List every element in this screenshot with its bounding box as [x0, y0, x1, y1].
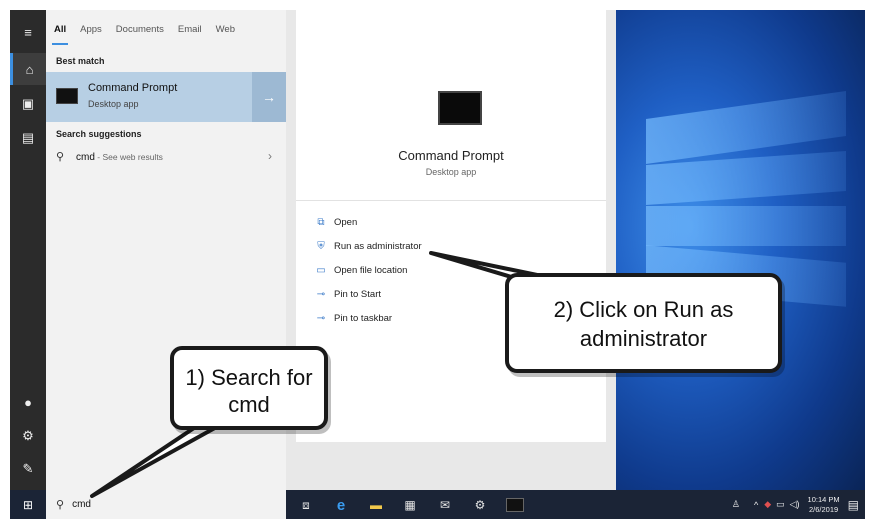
feedback-icon[interactable]: ✎	[10, 453, 46, 485]
pin-icon: ⊸	[316, 289, 326, 300]
web-suggestion-item[interactable]: ⚲ cmd - See web results ›	[46, 146, 286, 170]
clock[interactable]: 10:14 PM 2/6/2019	[808, 495, 840, 515]
app-detail-pane: Command Prompt Desktop app ⧉ Open ⛨ Run …	[286, 10, 616, 490]
detail-title: Command Prompt	[398, 148, 504, 163]
search-icon: ⚲	[56, 499, 65, 511]
divider	[296, 200, 606, 201]
action-label: Run as administrator	[334, 241, 422, 252]
pin-icon: ⊸	[316, 313, 326, 324]
search-tabs: All Apps Documents Email Web	[46, 10, 286, 48]
action-pin-to-start[interactable]: ⊸ Pin to Start	[314, 289, 381, 300]
terminal-icon	[438, 91, 482, 125]
windows-start-icon[interactable]: ⊞	[10, 490, 46, 519]
action-label: Pin to Start	[334, 289, 381, 300]
open-icon: ⧉	[317, 217, 325, 228]
notification-app-icon[interactable]: ◆	[764, 499, 771, 510]
best-match-heading: Best match	[56, 56, 105, 66]
volume-icon[interactable]: ◁)	[790, 499, 800, 510]
building-icon[interactable]: ▤	[10, 122, 46, 154]
network-icon[interactable]: ▭	[776, 499, 785, 510]
callout-search-for-cmd: 1) Search for cmd	[170, 346, 328, 430]
folder-icon: ▭	[316, 265, 326, 276]
action-pin-to-taskbar[interactable]: ⊸ Pin to taskbar	[314, 313, 392, 324]
action-open-file-location[interactable]: ▭ Open file location	[314, 265, 407, 276]
search-icon: ⚲	[56, 151, 65, 163]
screen: ≡ ⌂ ▣ ▤ ● ⚙ ✎ All Apps Documents Email W…	[10, 10, 865, 519]
terminal-icon	[56, 88, 78, 104]
chevron-up-icon[interactable]: ^	[754, 500, 758, 510]
best-match-title: Command Prompt	[88, 82, 178, 94]
search-input[interactable]: cmd	[72, 499, 91, 510]
action-label: Open file location	[334, 265, 408, 276]
taskbar: ⊞ ⚲ cmd ⧈ e ▬ ▦ ✉ ⚙ ♙ ^ ◆ ▭ ◁) 10:14 PM …	[10, 490, 865, 519]
clock-time: 10:14 PM	[807, 494, 840, 504]
terminal-icon[interactable]	[506, 498, 524, 512]
avatar[interactable]: ●	[10, 386, 46, 418]
home-icon[interactable]: ⌂	[10, 53, 46, 85]
action-center-icon[interactable]: ▤	[848, 498, 859, 512]
clock-date: 2/6/2019	[809, 504, 839, 514]
detail-subtitle: Desktop app	[425, 167, 477, 177]
mail-icon[interactable]: ✉	[436, 496, 454, 514]
suggestion-suffix: - See web results	[94, 152, 163, 162]
taskbar-search-box[interactable]: ⚲ cmd	[46, 490, 286, 519]
tab-apps[interactable]: Apps	[80, 22, 102, 37]
settings-icon[interactable]: ⚙	[471, 496, 489, 514]
suggestion-query: cmd	[76, 152, 95, 163]
tab-all[interactable]: All	[51, 22, 69, 45]
tab-email[interactable]: Email	[178, 22, 202, 37]
action-label: Open	[334, 217, 358, 228]
shield-icon: ⛨	[317, 241, 325, 252]
app-detail-card: Command Prompt Desktop app ⧉ Open ⛨ Run …	[296, 10, 606, 442]
callout-run-as-administrator: 2) Click on Run as administrator	[505, 273, 782, 373]
edge-icon[interactable]: e	[332, 496, 350, 514]
start-left-rail: ≡ ⌂ ▣ ▤ ● ⚙ ✎	[10, 10, 46, 490]
action-open[interactable]: ⧉ Open	[314, 217, 357, 228]
action-run-as-administrator[interactable]: ⛨ Run as administrator	[314, 241, 422, 252]
people-icon[interactable]: ♙	[732, 499, 740, 510]
file-explorer-icon[interactable]: ▬	[367, 496, 385, 514]
arrow-right-icon[interactable]: →	[252, 72, 286, 122]
menu-icon[interactable]: ≡	[10, 16, 46, 48]
notebook-icon[interactable]: ▣	[10, 88, 46, 120]
chevron-right-icon: ›	[268, 149, 272, 163]
best-match-item[interactable]: Command Prompt Desktop app →	[46, 72, 286, 122]
suggestions-heading: Search suggestions	[56, 129, 142, 139]
desktop-wallpaper	[616, 10, 865, 490]
store-icon[interactable]: ▦	[401, 496, 419, 514]
tab-web[interactable]: Web	[216, 22, 235, 37]
action-label: Pin to taskbar	[334, 313, 393, 324]
task-view-icon[interactable]: ⧈	[297, 496, 315, 514]
settings-icon[interactable]: ⚙	[10, 420, 46, 452]
best-match-subtitle: Desktop app	[88, 99, 139, 109]
tab-documents[interactable]: Documents	[116, 22, 164, 37]
system-tray: ♙ ^ ◆ ▭ ◁) 10:14 PM 2/6/2019 ▤	[732, 490, 859, 519]
